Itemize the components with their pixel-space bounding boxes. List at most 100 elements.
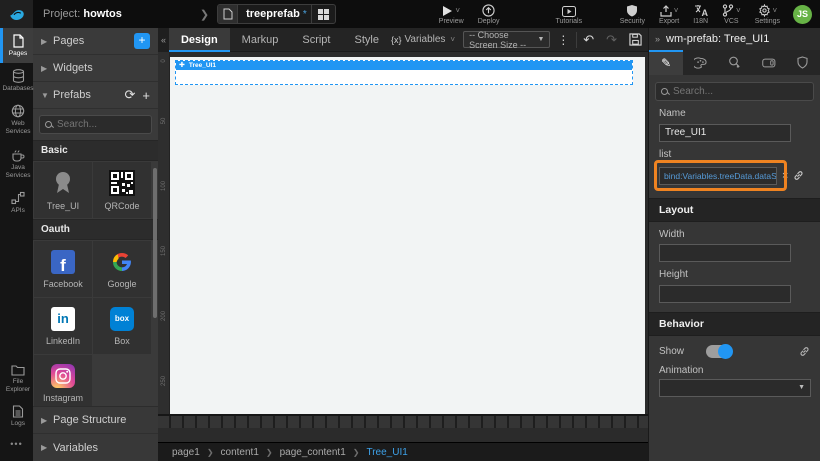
tab-devices[interactable] <box>752 50 786 75</box>
variables-icon: {x} <box>391 35 402 45</box>
list-label: list <box>659 149 810 160</box>
property-search-input[interactable] <box>673 86 808 97</box>
prefab-search-input[interactable] <box>57 119 146 130</box>
width-label: Width <box>659 229 810 240</box>
caret-down-icon: ▼ <box>41 91 53 100</box>
globe-icon <box>11 104 25 118</box>
folder-icon <box>11 364 25 376</box>
rail-item-java-services[interactable]: Java Services <box>0 142 33 185</box>
animation-label: Animation <box>659 365 810 376</box>
export-icon <box>660 4 672 17</box>
panel-scrollbar[interactable] <box>153 168 157 318</box>
tab-markup[interactable]: Markup <box>230 28 291 52</box>
list-bind-field[interactable]: bind:Variables.treeData.dataSet <box>659 167 777 185</box>
section-prefabs[interactable]: ▼ Prefabs ⟳ + <box>33 82 158 109</box>
deploy-button[interactable]: Deploy <box>471 0 507 28</box>
breadcrumb-content1[interactable]: content1 <box>221 447 259 458</box>
undo-button[interactable]: ↶ <box>577 32 600 48</box>
breadcrumb-page1[interactable]: page1 <box>172 447 200 458</box>
rail-item-web-services[interactable]: Web Services <box>0 98 33 141</box>
tab-script[interactable]: Script <box>290 28 342 52</box>
caret-right-icon: ▶ <box>41 416 53 425</box>
caret-down-icon: ▼ <box>798 384 805 391</box>
animation-select[interactable]: ▼ <box>659 379 811 397</box>
section-page-structure[interactable]: ▶ Page Structure <box>33 407 158 434</box>
breadcrumb-tree-ui1[interactable]: Tree_UI1 <box>366 447 407 458</box>
pages-icon <box>12 34 25 48</box>
grid-icon[interactable] <box>311 5 335 23</box>
user-avatar[interactable]: JS <box>793 5 812 24</box>
refresh-icon[interactable]: ⟳ <box>125 87 136 103</box>
add-page-button[interactable]: + <box>134 33 150 49</box>
show-toggle[interactable] <box>706 345 732 358</box>
i18n-button[interactable]: A I18N <box>686 0 715 28</box>
vcs-button[interactable]: ˅ VCS <box>715 0 748 28</box>
coffee-icon <box>11 148 25 162</box>
collapse-left-panel-icon[interactable]: « <box>158 28 169 52</box>
wavemaker-logo-icon <box>8 5 26 23</box>
prefab-qrcode[interactable]: QRCode <box>93 162 151 218</box>
name-label: Name <box>659 108 810 119</box>
height-field[interactable] <box>659 285 791 303</box>
tab-style[interactable]: Style <box>342 28 390 52</box>
clear-binding-icon[interactable]: × <box>782 170 788 182</box>
video-icon <box>562 4 576 17</box>
name-field[interactable] <box>659 124 791 142</box>
tab-design[interactable]: Design <box>169 28 230 52</box>
left-rail: Pages Databases Web Services Java Servic… <box>0 28 33 461</box>
prefab-facebook[interactable]: f Facebook <box>34 241 92 297</box>
section-widgets[interactable]: ▶ Widgets <box>33 55 158 82</box>
section-variables[interactable]: ▶ Variables <box>33 434 158 461</box>
tab-security[interactable] <box>786 50 820 75</box>
prefab-google[interactable]: Google <box>93 241 151 297</box>
add-prefab-button[interactable]: + <box>142 88 150 103</box>
vertical-ruler: 0 50 100 150 200 250 <box>158 52 170 428</box>
variables-dropdown[interactable]: {x} Variables ˅ <box>391 34 455 45</box>
property-search[interactable] <box>655 82 814 101</box>
collapse-right-panel-icon[interactable]: » <box>655 34 660 44</box>
prefab-search[interactable] <box>39 115 152 134</box>
tab-styles[interactable] <box>683 50 717 75</box>
breadcrumb-page-content1[interactable]: page_content1 <box>280 447 346 458</box>
rail-item-pages[interactable]: Pages <box>0 28 33 63</box>
redo-button[interactable]: ↷ <box>600 32 623 48</box>
section-pages[interactable]: ▶ Pages + <box>33 28 158 55</box>
canvas-area: « Design Markup Script Style {x} Variabl… <box>158 28 648 461</box>
wavemaker-logo[interactable] <box>0 0 33 28</box>
behavior-section-header: Behavior <box>649 312 820 336</box>
rail-item-databases[interactable]: Databases <box>0 63 33 98</box>
page-tab-treeprefab[interactable]: treeprefab * <box>217 4 336 24</box>
more-options-icon[interactable]: ••• <box>0 433 33 455</box>
tab-properties[interactable]: ✎ <box>649 50 683 75</box>
prefab-tree-ui[interactable]: Tree_UI <box>34 162 92 218</box>
rail-item-file-explorer[interactable]: File Explorer <box>0 358 33 399</box>
chevron-right-icon: ❯ <box>207 448 214 457</box>
kebab-menu-icon[interactable]: ⋮ <box>550 33 576 47</box>
export-button[interactable]: ˅ Export <box>652 0 686 28</box>
preview-button[interactable]: ˅ Preview <box>432 0 471 28</box>
palette-icon <box>694 57 707 69</box>
bind-link-icon[interactable] <box>799 346 810 357</box>
save-button[interactable] <box>623 33 648 46</box>
security-button[interactable]: Security <box>613 0 652 28</box>
prefab-box[interactable]: box Box <box>93 298 151 354</box>
tutorials-button[interactable]: Tutorials <box>548 0 589 28</box>
inspector-title: wm-prefab: Tree_UI1 <box>666 33 769 45</box>
canvas-page[interactable]: ✚ Tree_UI1 <box>170 57 645 414</box>
bind-link-icon[interactable] <box>793 170 804 181</box>
rail-item-logs[interactable]: Logs <box>0 399 33 433</box>
canvas-toolbar: « Design Markup Script Style {x} Variabl… <box>158 28 648 52</box>
widget-title-bar[interactable]: ✚ Tree_UI1 <box>176 61 632 70</box>
prefab-instagram[interactable]: Instagram <box>34 355 92 411</box>
settings-button[interactable]: ˅ Settings <box>748 0 787 28</box>
prefab-linkedin[interactable]: in LinkedIn <box>34 298 92 354</box>
facebook-icon: f <box>51 250 75 274</box>
magnifier-pointer-icon <box>728 56 741 69</box>
rail-item-apis[interactable]: APIs <box>0 185 33 220</box>
screen-size-select[interactable]: -- Choose Screen Size -- ▼ <box>463 31 550 48</box>
width-field[interactable] <box>659 244 791 262</box>
selected-widget-outline[interactable]: ✚ Tree_UI1 <box>175 60 633 85</box>
pages-panel: ▶ Pages + ▶ Widgets ▼ Prefabs ⟳ + Basic … <box>33 28 158 461</box>
linkedin-icon: in <box>51 307 75 331</box>
tab-events[interactable] <box>717 50 751 75</box>
